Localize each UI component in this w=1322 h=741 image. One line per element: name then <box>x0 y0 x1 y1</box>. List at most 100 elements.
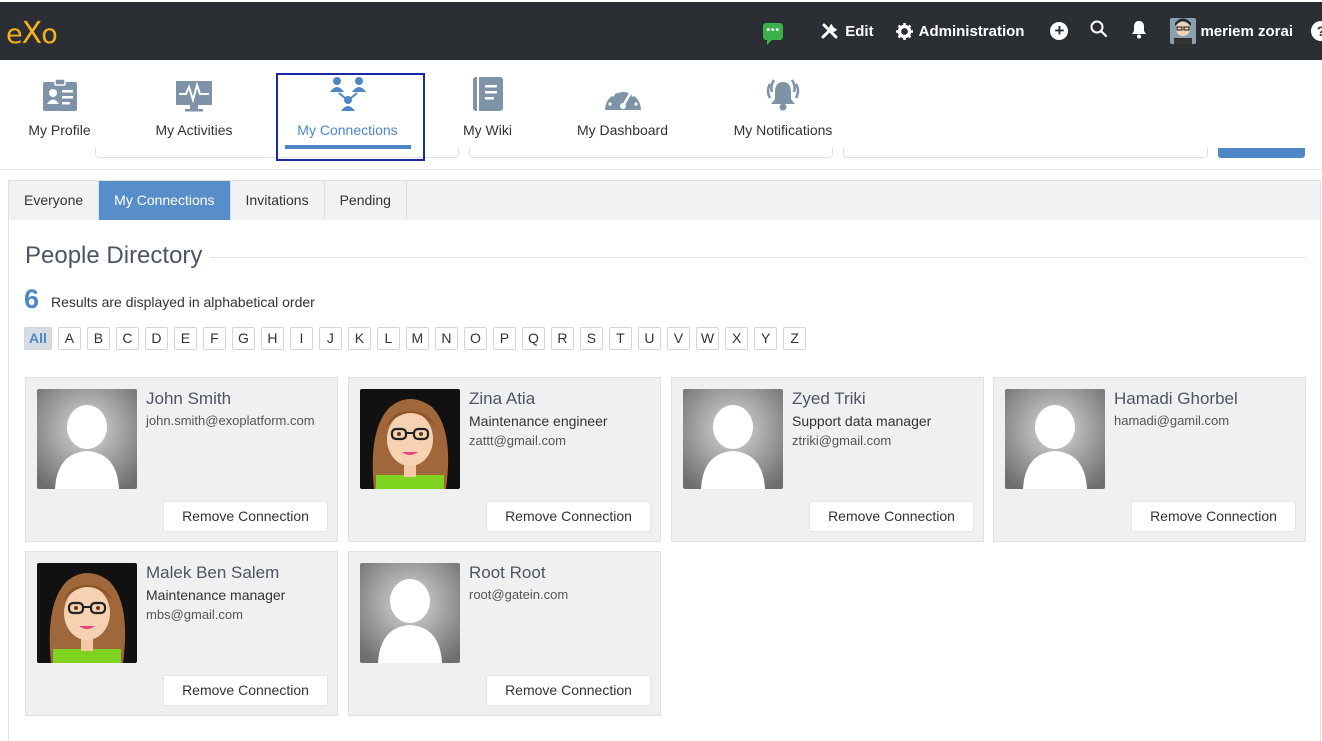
letter-filter-o[interactable]: O <box>463 327 487 350</box>
help-button[interactable]: ? <box>1311 21 1322 41</box>
person-name[interactable]: Malek Ben Salem <box>146 563 279 583</box>
letter-filter-p[interactable]: P <box>492 327 516 350</box>
remove-connection-button[interactable]: Remove Connection <box>163 675 328 706</box>
person-card: Root Root root@gatein.com Remove Connectio… <box>348 551 661 716</box>
top-nav-actions: ••• Edit Administration + meriem zorai <box>741 2 1322 60</box>
tab-pending[interactable]: Pending <box>325 181 407 220</box>
alphabet-filter: All A B C D E F G H I J K L M N O P Q R S T U V W X Y Z <box>24 327 812 350</box>
letter-filter-r[interactable]: R <box>550 327 574 350</box>
focus-highlight <box>276 73 425 161</box>
letter-filter-e[interactable]: E <box>173 327 197 350</box>
notifications-button[interactable] <box>1130 20 1148 43</box>
profile-app-navigation: My Profile My Activities My Connections … <box>0 60 1322 170</box>
letter-filter-l[interactable]: L <box>376 327 400 350</box>
app-my-wiki[interactable]: My Wiki <box>463 76 512 138</box>
letter-filter-f[interactable]: F <box>202 327 226 350</box>
letter-filter-g[interactable]: G <box>231 327 255 350</box>
letter-filter-w[interactable]: W <box>695 327 720 350</box>
remove-connection-button[interactable]: Remove Connection <box>486 501 651 532</box>
add-button[interactable]: + <box>1050 22 1069 40</box>
letter-filter-d[interactable]: D <box>144 327 168 350</box>
remove-connection-button[interactable]: Remove Connection <box>486 675 651 706</box>
letter-filter-z[interactable]: Z <box>783 327 807 350</box>
app-my-dashboard[interactable]: My Dashboard <box>576 76 669 138</box>
person-name[interactable]: Hamadi Ghorbel <box>1114 389 1238 409</box>
letter-filter-u[interactable]: U <box>637 327 661 350</box>
letter-filter-c[interactable]: C <box>115 327 139 350</box>
person-avatar[interactable] <box>37 563 137 663</box>
person-card: John Smith john.smith@exoplatform.com Remo… <box>25 377 338 542</box>
app-label: My Dashboard <box>576 122 669 138</box>
tools-icon <box>821 22 839 40</box>
letter-filter-v[interactable]: V <box>666 327 690 350</box>
people-directory-panel: People Directory 6 Results are displayed… <box>8 220 1321 741</box>
tab-everyone[interactable]: Everyone <box>9 181 100 220</box>
search-skills-field[interactable] <box>843 148 1208 158</box>
app-label: My Notifications <box>733 122 833 138</box>
person-email: root@gatein.com <box>469 587 569 602</box>
dashboard-icon <box>576 76 669 112</box>
profile-icon <box>28 76 91 112</box>
bell-icon <box>1130 20 1148 43</box>
administration-label: Administration <box>918 22 1025 40</box>
app-my-notifications[interactable]: My Notifications <box>733 76 833 138</box>
help-icon: ? <box>1311 21 1322 41</box>
connections-tabs: Everyone My Connections Invitations Pend… <box>8 180 1321 221</box>
chat-icon: ••• <box>763 22 784 45</box>
letter-filter-b[interactable]: B <box>86 327 110 350</box>
letter-filter-all[interactable]: All <box>24 327 52 350</box>
person-email: john.smith@exoplatform.com <box>146 413 315 428</box>
search-form-remnant <box>0 148 1322 158</box>
person-position: Maintenance manager <box>146 587 286 603</box>
tab-my-connections[interactable]: My Connections <box>99 181 231 220</box>
user-menu[interactable]: meriem zorai <box>1170 18 1293 44</box>
person-avatar[interactable] <box>360 563 460 663</box>
activity-icon <box>155 76 233 112</box>
letter-filter-i[interactable]: I <box>289 327 313 350</box>
search-button[interactable] <box>1090 20 1108 42</box>
person-name[interactable]: Root Root <box>469 563 546 583</box>
letter-filter-t[interactable]: T <box>608 327 632 350</box>
exo-logo[interactable]: eXo <box>6 16 58 51</box>
person-name[interactable]: John Smith <box>146 389 231 409</box>
letter-filter-y[interactable]: Y <box>754 327 778 350</box>
letter-filter-n[interactable]: N <box>434 327 458 350</box>
person-avatar[interactable] <box>1005 389 1105 489</box>
search-position-field[interactable] <box>469 148 833 158</box>
person-email: hamadi@gamil.com <box>1114 413 1230 428</box>
letter-filter-h[interactable]: H <box>260 327 284 350</box>
remove-connection-button[interactable]: Remove Connection <box>1131 501 1296 532</box>
administration-menu[interactable]: Administration <box>895 22 1025 40</box>
letter-filter-x[interactable]: X <box>725 327 749 350</box>
person-avatar[interactable] <box>683 389 783 489</box>
person-avatar[interactable] <box>360 389 460 489</box>
search-submit-button[interactable] <box>1218 148 1305 158</box>
tab-invitations[interactable]: Invitations <box>231 181 325 220</box>
edit-menu[interactable]: Edit <box>821 22 874 40</box>
letter-filter-s[interactable]: S <box>579 327 603 350</box>
person-avatar[interactable] <box>37 389 137 489</box>
letter-filter-k[interactable]: K <box>347 327 371 350</box>
plus-icon: + <box>1050 22 1069 40</box>
app-my-profile[interactable]: My Profile <box>28 76 91 138</box>
person-email: ztriki@gmail.com <box>792 433 892 448</box>
person-email: mbs@gmail.com <box>146 607 243 622</box>
person-position: Support data manager <box>792 413 932 429</box>
app-my-activities[interactable]: My Activities <box>155 76 233 138</box>
remove-connection-button[interactable]: Remove Connection <box>163 501 328 532</box>
letter-filter-m[interactable]: M <box>405 327 429 350</box>
person-position: Maintenance engineer <box>469 413 608 429</box>
letter-filter-q[interactable]: Q <box>521 327 545 350</box>
remove-connection-button[interactable]: Remove Connection <box>809 501 974 532</box>
edit-label: Edit <box>845 22 874 40</box>
top-navigation-bar: eXo ••• Edit Administration + meriem zor… <box>0 0 1322 60</box>
chat-button[interactable]: ••• <box>763 22 784 45</box>
letter-filter-j[interactable]: J <box>318 327 342 350</box>
notifications-icon <box>733 76 833 112</box>
person-name[interactable]: Zyed Triki <box>792 389 866 409</box>
person-name[interactable]: Zina Atia <box>469 389 535 409</box>
person-card: Hamadi Ghorbel hamadi@gamil.com Remove Con… <box>993 377 1306 542</box>
app-label: My Activities <box>155 122 233 138</box>
person-card: Malek Ben Salem Maintenance manager mbs@gm… <box>25 551 338 716</box>
letter-filter-a[interactable]: A <box>57 327 81 350</box>
